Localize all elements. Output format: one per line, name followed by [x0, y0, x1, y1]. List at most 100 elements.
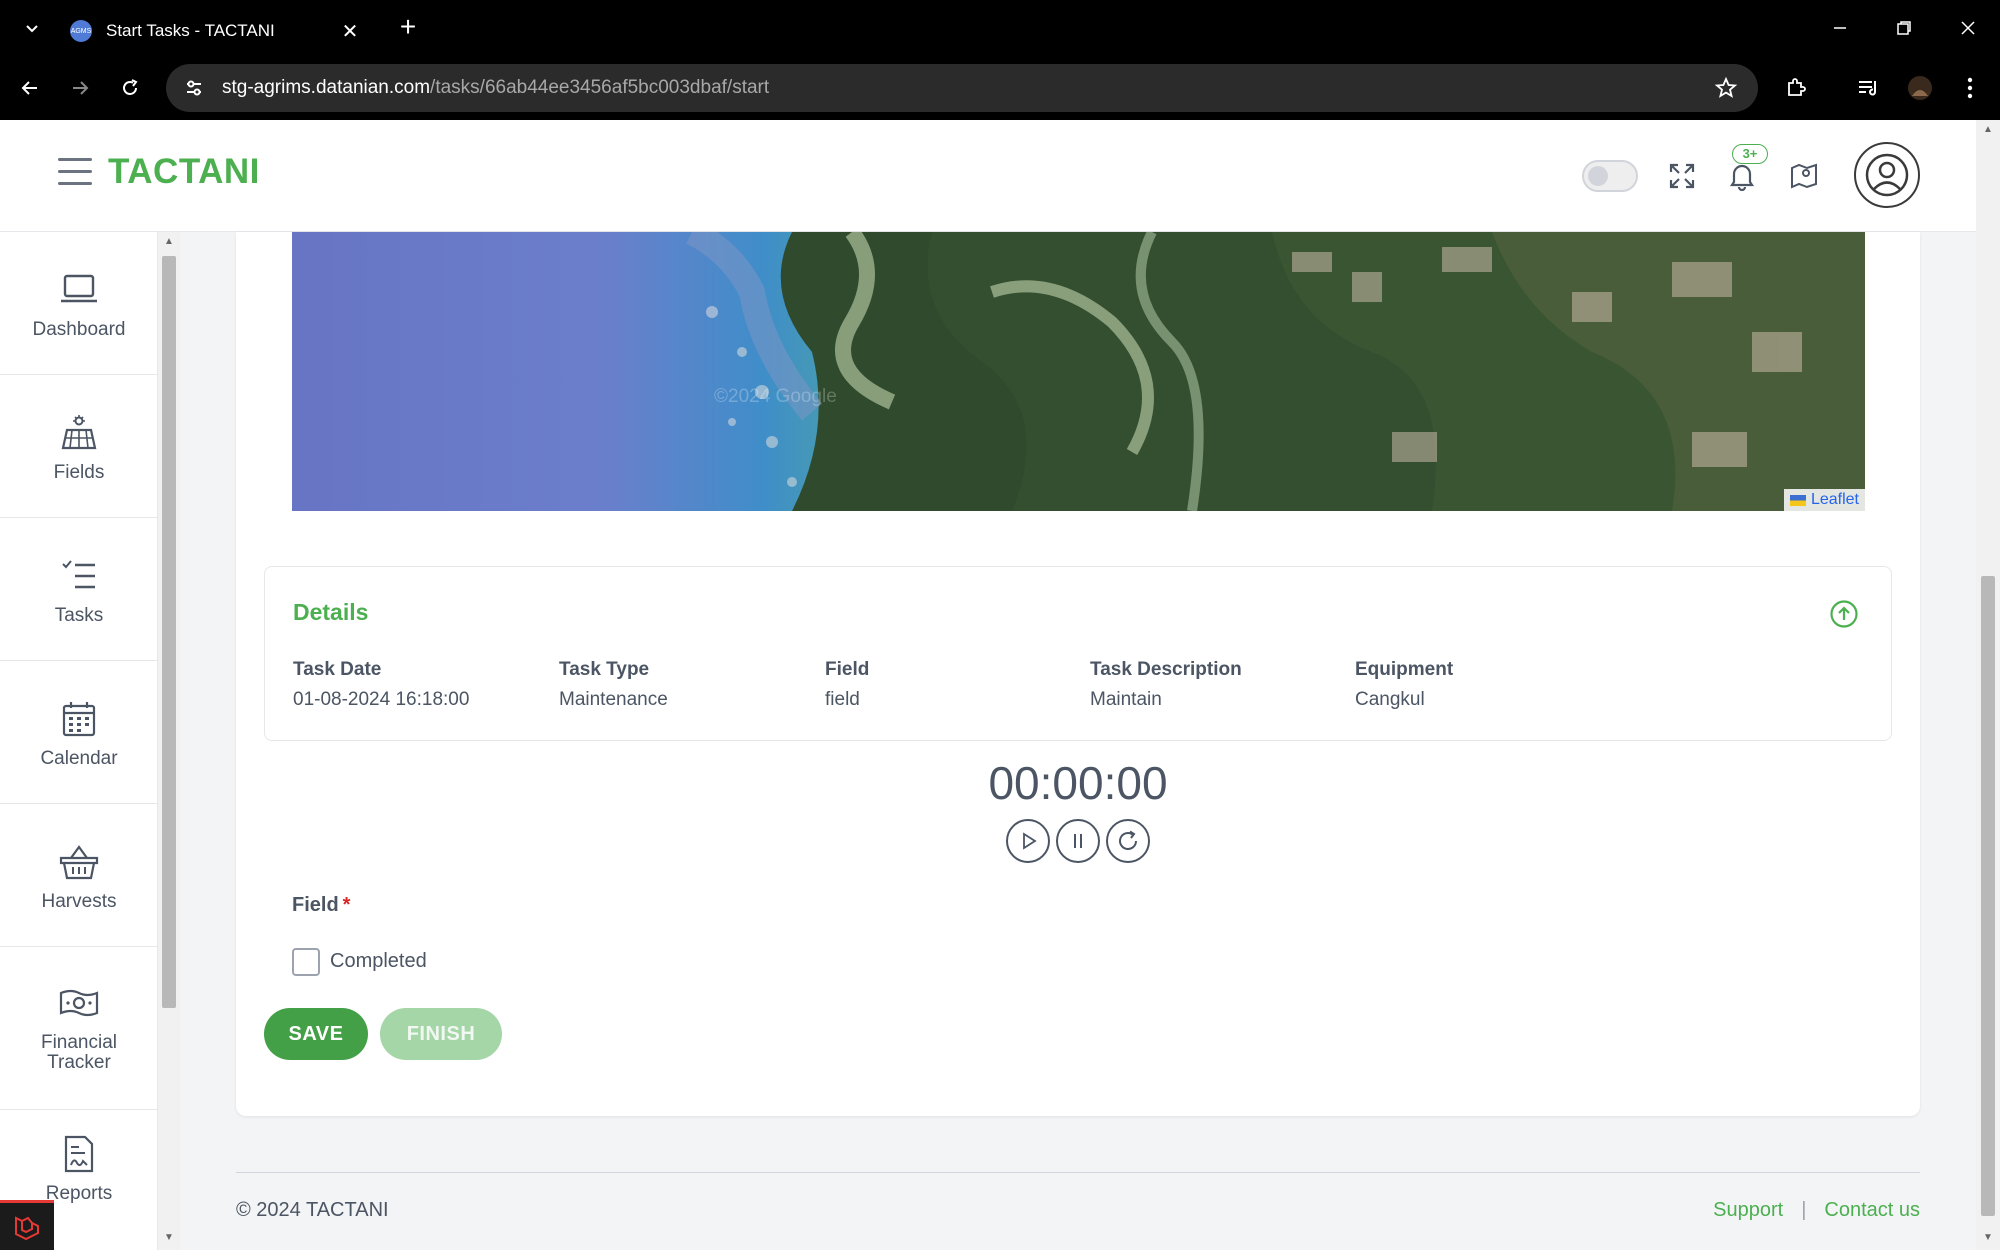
page-scroll-up-icon[interactable]: ▲ — [1981, 124, 1995, 135]
details-panel: Details Task Date 01-08-2024 16:18:00 Ta… — [264, 566, 1892, 741]
sidebar-item-label: Fields — [53, 462, 105, 483]
profile-avatar-icon[interactable] — [1902, 70, 1938, 106]
user-avatar-icon[interactable] — [1854, 142, 1920, 208]
sidebar-item-label: Tasks — [54, 605, 104, 626]
forward-icon[interactable] — [62, 70, 98, 106]
detail-value: Maintain — [1090, 689, 1162, 710]
completed-label[interactable]: Completed — [330, 950, 427, 973]
report-icon — [59, 1134, 99, 1174]
hamburger-menu-icon[interactable] — [58, 158, 92, 188]
minimize-icon[interactable] — [1820, 10, 1860, 46]
favicon-icon: AGMS — [70, 20, 92, 42]
url-path: /tasks/66ab44ee3456af5bc003dbaf/start — [430, 77, 770, 98]
bookmark-star-icon[interactable] — [1714, 76, 1738, 100]
footer-separator: | — [1801, 1199, 1807, 1221]
basket-icon — [59, 842, 99, 882]
browser-menu-icon[interactable] — [1952, 70, 1988, 106]
sidebar-scroll-thumb[interactable] — [162, 256, 176, 1008]
sidebar-item-harvests[interactable]: Harvests — [0, 804, 157, 947]
browser-tab-bar: AGMS Start Tasks - TACTANI ✕ + — [0, 0, 2000, 56]
browser-tab[interactable]: AGMS Start Tasks - TACTANI ✕ — [58, 6, 374, 56]
reset-button[interactable] — [1106, 819, 1150, 863]
money-icon — [59, 983, 99, 1023]
detail-equipment: Equipment Cangkul — [1355, 659, 1453, 711]
app-header: TACTANI 3+ — [0, 120, 1976, 232]
brand-logo[interactable]: TACTANI — [108, 152, 260, 192]
page-scrollbar[interactable]: ▲ ▼ — [1976, 120, 2000, 1250]
detail-task-description: Task Description Maintain — [1090, 659, 1242, 711]
close-window-icon[interactable] — [1948, 10, 1988, 46]
detail-header: Equipment — [1355, 659, 1454, 680]
restore-icon[interactable] — [1884, 10, 1924, 46]
field-icon — [59, 413, 99, 453]
sidebar-item-dashboard[interactable]: Dashboard — [0, 232, 157, 375]
support-link[interactable]: Support — [1713, 1199, 1783, 1222]
detail-value: Cangkul — [1355, 689, 1425, 710]
footer-divider — [236, 1172, 1920, 1173]
scroll-up-arrow-icon[interactable]: ▲ — [162, 236, 176, 247]
back-icon[interactable] — [12, 70, 48, 106]
finish-button: FINISH — [380, 1008, 502, 1060]
required-mark: * — [342, 894, 351, 916]
field-label: Field * — [292, 894, 350, 917]
sidebar-item-financial-tracker[interactable]: Financial Tracker — [0, 947, 157, 1110]
scroll-down-arrow-icon[interactable]: ▼ — [162, 1232, 176, 1243]
task-list-icon — [59, 556, 99, 596]
detail-header: Task Type — [559, 659, 650, 680]
detail-value: field — [825, 689, 860, 710]
debugbar-logo-icon[interactable] — [0, 1200, 54, 1250]
page-scroll-down-icon[interactable]: ▼ — [1981, 1232, 1995, 1243]
timer-display: 00:00:00 — [988, 757, 1168, 809]
media-controls-icon[interactable] — [1850, 70, 1886, 106]
satellite-map[interactable]: ©2024 Google Leaflet — [292, 232, 1865, 511]
contact-us-link[interactable]: Contact us — [1824, 1199, 1920, 1222]
leaflet-attribution[interactable]: Leaflet — [1783, 489, 1865, 511]
details-title: Details — [293, 599, 369, 625]
url-bar[interactable]: stg-agrims.datanian.com/tasks/66ab44ee34… — [166, 64, 1758, 112]
url-host: stg-agrims.datanian.com — [222, 77, 431, 98]
browser-address-bar: stg-agrims.datanian.com/tasks/66ab44ee34… — [0, 56, 2000, 120]
detail-task-date: Task Date 01-08-2024 16:18:00 — [293, 659, 469, 711]
detail-header: Task Description — [1090, 659, 1242, 680]
sidebar-item-label: Dashboard — [32, 319, 126, 340]
leaflet-link[interactable]: Leaflet — [1811, 491, 1859, 509]
detail-task-type: Task Type Maintenance — [559, 659, 668, 711]
detail-field: Field field — [825, 659, 869, 711]
sidebar-scrollbar[interactable]: ▲ ▼ — [158, 232, 180, 1250]
theme-toggle[interactable] — [1582, 160, 1638, 192]
map-icon[interactable] — [1786, 158, 1822, 194]
tab-title: Start Tasks - TACTANI — [106, 21, 275, 40]
detail-value: 01-08-2024 16:18:00 — [293, 689, 470, 710]
laptop-icon — [59, 270, 99, 310]
detail-header: Task Date — [293, 659, 382, 680]
footer-links: Support | Contact us — [1713, 1199, 1920, 1222]
play-button[interactable] — [1006, 819, 1050, 863]
copyright-text: © 2024 TACTANI — [236, 1199, 389, 1221]
sidebar-item-fields[interactable]: Fields — [0, 375, 157, 518]
completed-checkbox[interactable] — [292, 948, 320, 976]
ukraine-flag-icon — [1789, 494, 1806, 506]
new-tab-icon[interactable]: + — [392, 12, 424, 44]
sidebar-item-tasks[interactable]: Tasks — [0, 518, 157, 661]
pause-button[interactable] — [1056, 819, 1100, 863]
sidebar: Dashboard Fields Tasks Calendar Harvests… — [0, 232, 158, 1250]
extensions-icon[interactable] — [1778, 70, 1814, 106]
sidebar-item-label: Financial Tracker — [40, 1032, 118, 1073]
save-button[interactable]: SAVE — [264, 1008, 368, 1060]
field-label-text: Field — [292, 894, 339, 916]
fullscreen-icon[interactable] — [1664, 158, 1700, 194]
tab-close-icon[interactable]: ✕ — [338, 19, 362, 44]
notification-badge: 3+ — [1732, 144, 1768, 164]
map-watermark: ©2024 Google — [714, 386, 837, 407]
sidebar-item-calendar[interactable]: Calendar — [0, 661, 157, 804]
sidebar-item-label: Harvests — [41, 891, 117, 912]
site-settings-icon[interactable] — [184, 78, 204, 98]
sidebar-item-label: Reports — [45, 1183, 113, 1204]
calendar-icon — [59, 699, 99, 739]
detail-value: Maintenance — [559, 689, 668, 710]
page-scroll-thumb[interactable] — [1981, 576, 1995, 1216]
detail-header: Field — [825, 659, 870, 680]
collapse-up-icon[interactable] — [1829, 599, 1859, 629]
tab-search-chevron-icon[interactable] — [18, 14, 46, 42]
reload-icon[interactable] — [112, 70, 148, 106]
